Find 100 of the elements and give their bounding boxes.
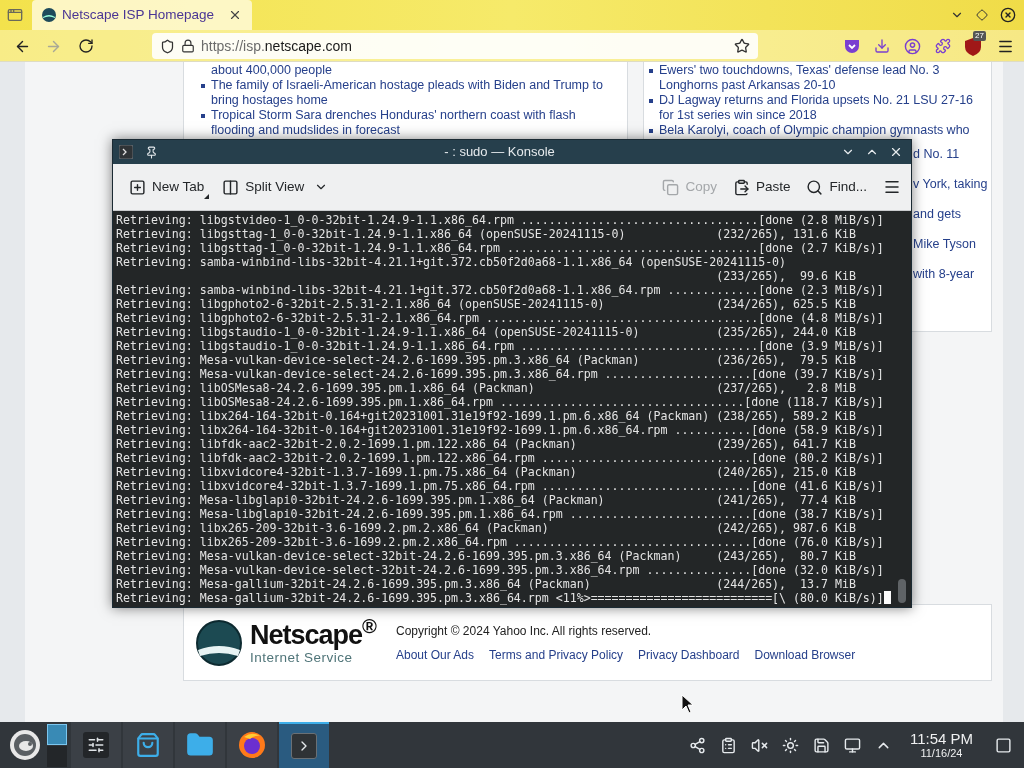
terminal-line: Retrieving: samba-winbind-libs-32bit-4.21.1+git.372.cb50f2d0a68-1.1.x86_64.rpm .............[done (2.3 MiB/s)] xyxy=(116,283,884,297)
firefox-icon xyxy=(238,731,266,759)
close-icon[interactable] xyxy=(1000,7,1016,23)
news-link[interactable]: Bela Karolyi, coach of Olympic champion gymnasts who xyxy=(659,123,970,138)
close-icon[interactable] xyxy=(889,145,903,159)
news-link[interactable]: with 8-year xyxy=(913,267,987,282)
terminal-line: Retrieving: libgsttag-1_0-0-32bit-1.24.9-1.1.x86_64 (openSUSE-20241115-0) (232/265), 131.6 KiB xyxy=(116,227,856,241)
news-link[interactable]: d No. 11 xyxy=(913,147,987,162)
tab-title: Netscape ISP Homepage xyxy=(62,5,215,24)
extensions-icon[interactable] xyxy=(935,38,951,54)
logo-icon xyxy=(196,619,242,666)
task-button[interactable] xyxy=(123,722,173,768)
browser-tab[interactable]: Netscape ISP Homepage xyxy=(32,0,252,30)
terminal-line: Retrieving: libxvidcore4-32bit-1.3.7-1699.1.pm.75.x86_64 (Packman) (240/265), 215.0 KiB xyxy=(116,465,856,479)
terminal-line: Retrieving: libx264-164-32bit-0.164+git20231001.31e19f92-1699.1.pm.6.x86_64.rpm ...........[done (58.9 KiB/s)] xyxy=(116,423,884,437)
bullet-icon xyxy=(201,114,205,118)
logo-wordmark: Netscape$^{®}$ xyxy=(250,619,376,650)
clock-date[interactable]: 11/16/24 xyxy=(920,748,963,759)
terminal-line: Retrieving: Mesa-libglapi0-32bit-24.2.6-1699.395.pm.1.x86_64.rpm ..........................[done (38.7 KiB/s)] xyxy=(116,507,884,521)
show-desktop-icon[interactable] xyxy=(995,736,1012,754)
download-icon[interactable] xyxy=(874,38,890,54)
network-icon[interactable] xyxy=(843,736,861,754)
task-button[interactable] xyxy=(71,722,121,768)
logo-subtitle: Internet Service xyxy=(250,649,353,666)
toolbar-button[interactable]: Paste xyxy=(726,172,797,202)
terminal-line: Retrieving: libgsttag-1_0-0-32bit-1.24.9-1.1.x86_64.rpm ....................................[done (2.7 KiB/s)] xyxy=(116,241,884,255)
toolbar-button[interactable]: Split View xyxy=(216,172,335,202)
menu-icon[interactable] xyxy=(883,178,901,196)
clipboard-icon[interactable] xyxy=(719,736,737,754)
task-button[interactable] xyxy=(175,722,225,768)
desktop-pager-cell[interactable] xyxy=(47,723,67,745)
caret-icon xyxy=(204,194,210,199)
shopping-bag-icon xyxy=(135,732,161,758)
terminal-line: Retrieving: libgstvideo-1_0-0-32bit-1.24.9-1.1.x86_64.rpm ..................................[done (2.8 MiB/s)] xyxy=(116,213,884,227)
volume-muted-icon[interactable] xyxy=(750,736,768,754)
new-tab-icon xyxy=(129,178,146,196)
terminal-line: Retrieving: Mesa-vulkan-device-select-24.2.6-1699.395.pm.3.x86_64.rpm .....................[done (39.7 KiB/s)] xyxy=(116,367,884,381)
url-text: https://isp.netscape.com xyxy=(201,36,352,56)
footer-link[interactable]: Terms and Privacy Policy xyxy=(489,645,624,664)
bullet-icon xyxy=(201,84,205,88)
news-link[interactable]: DJ Lagway returns and Florida upsets No. 21 LSU 27-16 for 1st series win since 2018 xyxy=(659,93,987,123)
clock-time[interactable]: 11:54 PM xyxy=(909,731,973,746)
pocket-icon[interactable] xyxy=(844,38,860,54)
terminal-line: Retrieving: libfdk-aac2-32bit-2.0.2-1699.1.pm.122.x86_64.rpm ..............................[done (80.2 KiB/s)] xyxy=(116,451,884,465)
terminal-line: Retrieving: Mesa-vulkan-device-select-32bit-24.2.6-1699.395.pm.3.x86_64.rpm ...............[done (32.0 KiB/s)] xyxy=(116,563,884,577)
terminal-icon xyxy=(119,145,133,159)
terminal-line: Retrieving: libfdk-aac2-32bit-2.0.2-1699.1.pm.122.x86_64 (Packman) (239/265), 641.7 KiB xyxy=(116,437,856,451)
bullet-icon xyxy=(649,129,653,133)
sliders-icon xyxy=(83,732,109,758)
terminal-line: (233/265), 99.6 KiB xyxy=(715,269,856,283)
terminal-line: Retrieving: libOSMesa8-24.2.6-1699.395.pm.1.x86_64.rpm ...................................[done (118.7 KiB/s)] xyxy=(116,395,884,409)
address-field[interactable]: https://isp.netscape.com xyxy=(152,33,758,59)
terminal-line: Retrieving: libOSMesa8-24.2.6-1699.395.pm.1.x86_64 (Packman) (237/265), 2.8 MiB xyxy=(116,381,856,395)
terminal-line: Retrieving: Mesa-vulkan-device-select-24.2.6-1699.395.pm.3.x86_64 (Packman) (236/265), 79.5 KiB xyxy=(116,353,856,367)
bullet-icon xyxy=(649,99,653,103)
terminal-line: Retrieving: Mesa-gallium-32bit-24.2.6-1699.395.pm.3.x86_64 (Packman) (244/265), 13.7 MiB xyxy=(116,577,856,591)
news-link[interactable]: Mike Tyson xyxy=(913,237,987,252)
lock-icon[interactable] xyxy=(181,39,195,53)
footer-link[interactable]: Privacy Dashboard xyxy=(638,645,740,664)
terminal-icon xyxy=(291,733,317,759)
toolbar-button[interactable]: New Tab xyxy=(123,172,211,202)
pin-icon[interactable] xyxy=(145,145,158,159)
news-link[interactable]: The family of Israeli-American hostage pleads with Biden and Trump to bring hostages home xyxy=(211,78,619,108)
paste-icon xyxy=(732,178,750,196)
terminal-line: Retrieving: Mesa-vulkan-device-select-32bit-24.2.6-1699.395.pm.3.x86_64 (Packman) (243/265), 80.7 KiB xyxy=(116,549,856,563)
copyright-text: Copyright © 2024 Yahoo Inc. All rights reserved. xyxy=(396,622,653,640)
task-button[interactable] xyxy=(279,722,329,768)
terminal-line: Retrieving: samba-winbind-libs-32bit-4.21.1+git.372.cb50f2d0a68-1.1.x86_64 (openSUSE-20241115-0) xyxy=(116,255,787,269)
terminal-line: Retrieving: libx264-164-32bit-0.164+git20231001.31e19f92-1699.1.pm.6.x86_64 (Packman) (238/265), 589.2 KiB xyxy=(116,409,856,423)
shield-icon[interactable] xyxy=(160,38,175,54)
footer-link[interactable]: About Our Ads xyxy=(396,645,475,664)
brightness-icon[interactable] xyxy=(781,736,799,754)
toolbar-button[interactable]: Find... xyxy=(800,172,873,202)
text-cursor xyxy=(883,591,891,604)
copy-icon xyxy=(662,178,680,196)
terminal-line: Retrieving: libgphoto2-6-32bit-2.5.31-2.1.x86_64.rpm .......................................[done (4.8 MiB/s)] xyxy=(116,311,884,325)
bullet-icon xyxy=(649,69,653,73)
footer-link[interactable]: Download Browser xyxy=(754,645,856,664)
shield-extension-icon[interactable] xyxy=(965,38,981,56)
terminal-line: Retrieving: Mesa-libglapi0-32bit-24.2.6-1699.395.pm.1.x86_64 (Packman) (241/265), 77.4 KiB xyxy=(116,493,856,507)
news-link[interactable]: v York, taking xyxy=(913,177,987,192)
share-icon[interactable] xyxy=(688,736,706,754)
news-link[interactable]: about 400,000 people xyxy=(211,63,332,78)
window-title: - : sudo — Konsole xyxy=(443,143,556,162)
maximize-icon[interactable] xyxy=(976,9,988,21)
terminal-line: Retrieving: libgstaudio-1_0-0-32bit-1.24.9-1.1.x86_64.rpm ..................................[done (3.9 MiB/s)] xyxy=(116,339,884,353)
news-link[interactable]: Tropical Storm Sara drenches Honduras' northern coast with flash flooding and mudslides in forecast xyxy=(211,108,619,138)
start-menu-icon[interactable] xyxy=(9,729,41,761)
news-link[interactable]: Ewers' two touchdowns, Texas' defense lead No. 3 Longhorns past Arkansas 20-10 xyxy=(659,63,987,93)
tab-list-icon[interactable] xyxy=(7,7,23,23)
reload-icon[interactable] xyxy=(78,38,94,54)
split-view-icon xyxy=(222,178,240,196)
desktop-pager-cell[interactable] xyxy=(47,745,67,767)
task-button[interactable] xyxy=(227,722,277,768)
account-icon[interactable] xyxy=(904,37,921,55)
close-icon[interactable] xyxy=(228,8,242,22)
bookmark-star-icon[interactable] xyxy=(734,38,750,54)
terminal-line: Retrieving: Mesa-gallium-32bit-24.2.6-1699.395.pm.3.x86_64.rpm <11%>==========================[\ (80.0 KiB/s)] xyxy=(116,591,884,605)
news-link[interactable]: and gets xyxy=(913,207,987,222)
mouse-cursor-icon xyxy=(681,694,695,714)
